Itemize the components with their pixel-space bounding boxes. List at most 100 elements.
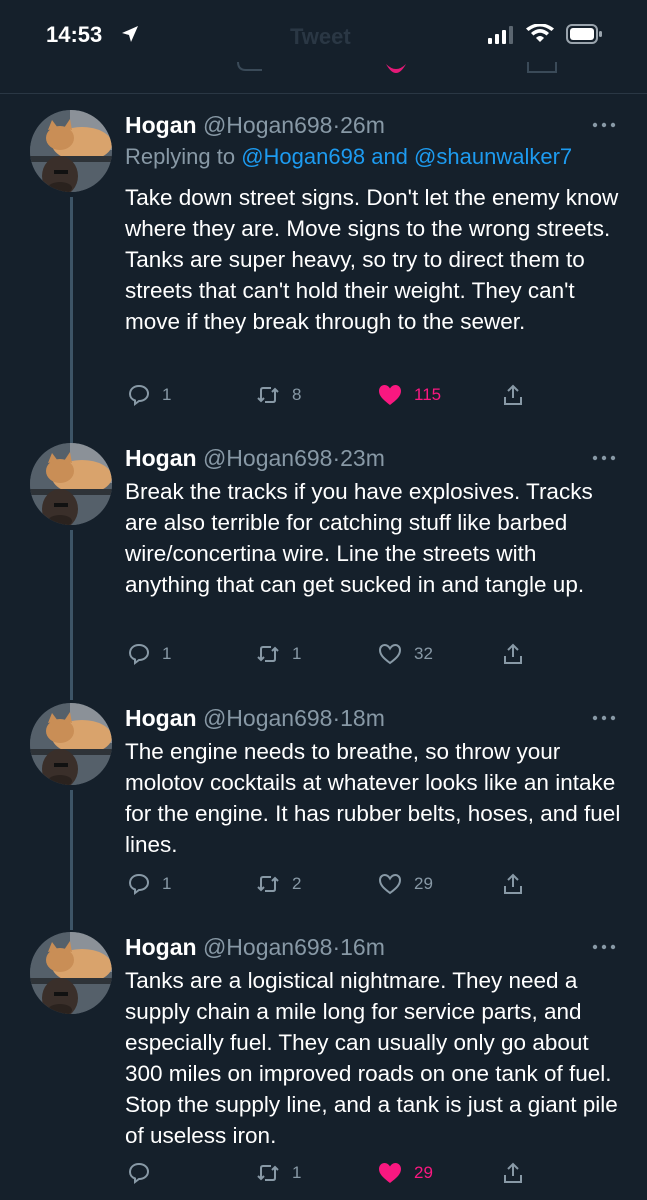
share-icon (504, 643, 522, 664)
location-arrow-icon (122, 26, 138, 42)
tweet-actions: 1 1 32 (0, 639, 647, 669)
reply-button[interactable]: 1 (128, 869, 171, 899)
status-time: 14:53 (46, 22, 103, 47)
tweet-header: Hogan @Hogan698·16m (125, 932, 385, 962)
heart-filled-icon (379, 1163, 401, 1183)
share-button[interactable] (502, 1158, 524, 1188)
profile-photo-cat-icon (30, 110, 112, 192)
reply-count: 1 (162, 644, 172, 663)
cellular-signal-icon (488, 26, 513, 44)
share-icon (504, 1162, 522, 1183)
tweet-header: Hogan @Hogan698·26m (125, 110, 385, 140)
avatar[interactable] (30, 110, 112, 192)
like-count: 29 (414, 874, 433, 893)
author-name[interactable]: Hogan (125, 705, 197, 731)
tweet-text: Break the tracks if you have explosives.… (125, 479, 593, 597)
author-handle[interactable]: @Hogan698 (203, 705, 333, 731)
more-options-icon[interactable] (592, 120, 616, 130)
meta-separator: · (332, 445, 341, 471)
reply-icon (128, 384, 150, 406)
author-handle[interactable]: @Hogan698 (203, 445, 333, 471)
author-handle[interactable]: @Hogan698 (203, 112, 333, 138)
reply-icon (128, 643, 150, 665)
share-button[interactable] (502, 639, 524, 669)
profile-photo-cat-icon (30, 932, 112, 1014)
author-name[interactable]: Hogan (125, 445, 197, 471)
meta-separator: · (332, 112, 341, 138)
like-button[interactable]: 115 (378, 380, 441, 410)
meta-separator: · (332, 705, 341, 731)
retweet-icon (257, 1165, 279, 1181)
retweet-button[interactable]: 1 (256, 1158, 301, 1188)
retweet-count: 1 (292, 644, 302, 663)
meta-separator: · (332, 934, 341, 960)
profile-photo-cat-icon (30, 703, 112, 785)
retweet-icon (257, 387, 279, 403)
replying-to-line: Replying to @Hogan698 and @shaunwalker7 (125, 142, 572, 172)
more-options-icon[interactable] (592, 942, 616, 952)
tweet-actions: 1 8 115 (0, 380, 647, 410)
tweet-time[interactable]: 23m (340, 445, 385, 471)
like-button[interactable]: 29 (378, 1158, 433, 1188)
retweet-count: 8 (292, 385, 302, 404)
background-page-title: Tweet (290, 24, 351, 49)
tweet-header: Hogan @Hogan698·23m (125, 443, 385, 473)
mention-link[interactable]: @Hogan698 (241, 144, 365, 169)
heart-outline-icon (378, 873, 402, 895)
avatar[interactable] (30, 443, 112, 525)
share-button[interactable] (502, 380, 524, 410)
tweet-time[interactable]: 26m (340, 112, 385, 138)
profile-photo-cat-icon (30, 443, 112, 525)
retweet-count: 2 (292, 874, 302, 893)
share-icon (504, 873, 522, 894)
wifi-icon (526, 24, 554, 42)
retweet-button[interactable]: 1 (256, 639, 301, 669)
reply-button[interactable] (128, 1158, 162, 1188)
tweet-text: Take down street signs. Don't let the en… (125, 185, 619, 334)
reply-icon (128, 1162, 150, 1184)
retweet-button[interactable]: 8 (256, 380, 301, 410)
tweet-header: Hogan @Hogan698·18m (125, 703, 385, 733)
mention-link[interactable]: @shaunwalker7 (414, 144, 572, 169)
more-options-icon[interactable] (592, 713, 616, 723)
replying-to-prefix: Replying to (125, 144, 236, 169)
like-button[interactable]: 29 (378, 869, 433, 899)
like-count: 29 (414, 1163, 433, 1182)
tweet-item[interactable]: Hogan @Hogan698·23m Break the tracks if … (0, 443, 647, 683)
avatar[interactable] (30, 932, 112, 1014)
heart-outline-icon (378, 643, 402, 665)
more-options-icon[interactable] (592, 453, 616, 463)
retweet-count: 1 (292, 1163, 302, 1182)
author-name[interactable]: Hogan (125, 934, 197, 960)
tweet-time[interactable]: 18m (340, 705, 385, 731)
tweet-item[interactable]: Hogan @Hogan698·18m The engine needs to … (0, 703, 647, 913)
tweet-item[interactable]: Hogan @Hogan698·16m Tanks are a logistic… (0, 932, 647, 1200)
tweet-actions: 1 2 29 (0, 869, 647, 899)
author-name[interactable]: Hogan (125, 112, 197, 138)
mention-and[interactable]: and (371, 144, 408, 169)
like-count: 115 (414, 385, 442, 404)
reply-button[interactable]: 1 (128, 380, 171, 410)
author-handle[interactable]: @Hogan698 (203, 934, 333, 960)
top-divider (0, 93, 647, 94)
tweet-item[interactable]: Hogan @Hogan698·26m Replying to @Hogan69… (0, 110, 647, 430)
retweet-icon (257, 646, 279, 662)
tweet-time[interactable]: 16m (340, 934, 385, 960)
tweet-actions: 1 29 (0, 1158, 647, 1188)
tweet-text: Tanks are a logistical nightmare. They n… (125, 968, 618, 1148)
background-action-bar (237, 61, 557, 73)
tweet-text: The engine needs to breathe, so throw yo… (125, 739, 621, 857)
share-button[interactable] (502, 869, 524, 899)
retweet-button[interactable]: 2 (256, 869, 301, 899)
reply-count: 1 (162, 874, 172, 893)
battery-icon (566, 24, 602, 44)
reply-count: 1 (162, 385, 172, 404)
reply-button[interactable]: 1 (128, 639, 171, 669)
avatar[interactable] (30, 703, 112, 785)
share-icon (504, 384, 522, 405)
like-count: 32 (414, 644, 433, 663)
like-button[interactable]: 32 (378, 639, 433, 669)
retweet-icon (257, 876, 279, 892)
heart-filled-icon (379, 385, 401, 405)
reply-icon (128, 873, 150, 895)
